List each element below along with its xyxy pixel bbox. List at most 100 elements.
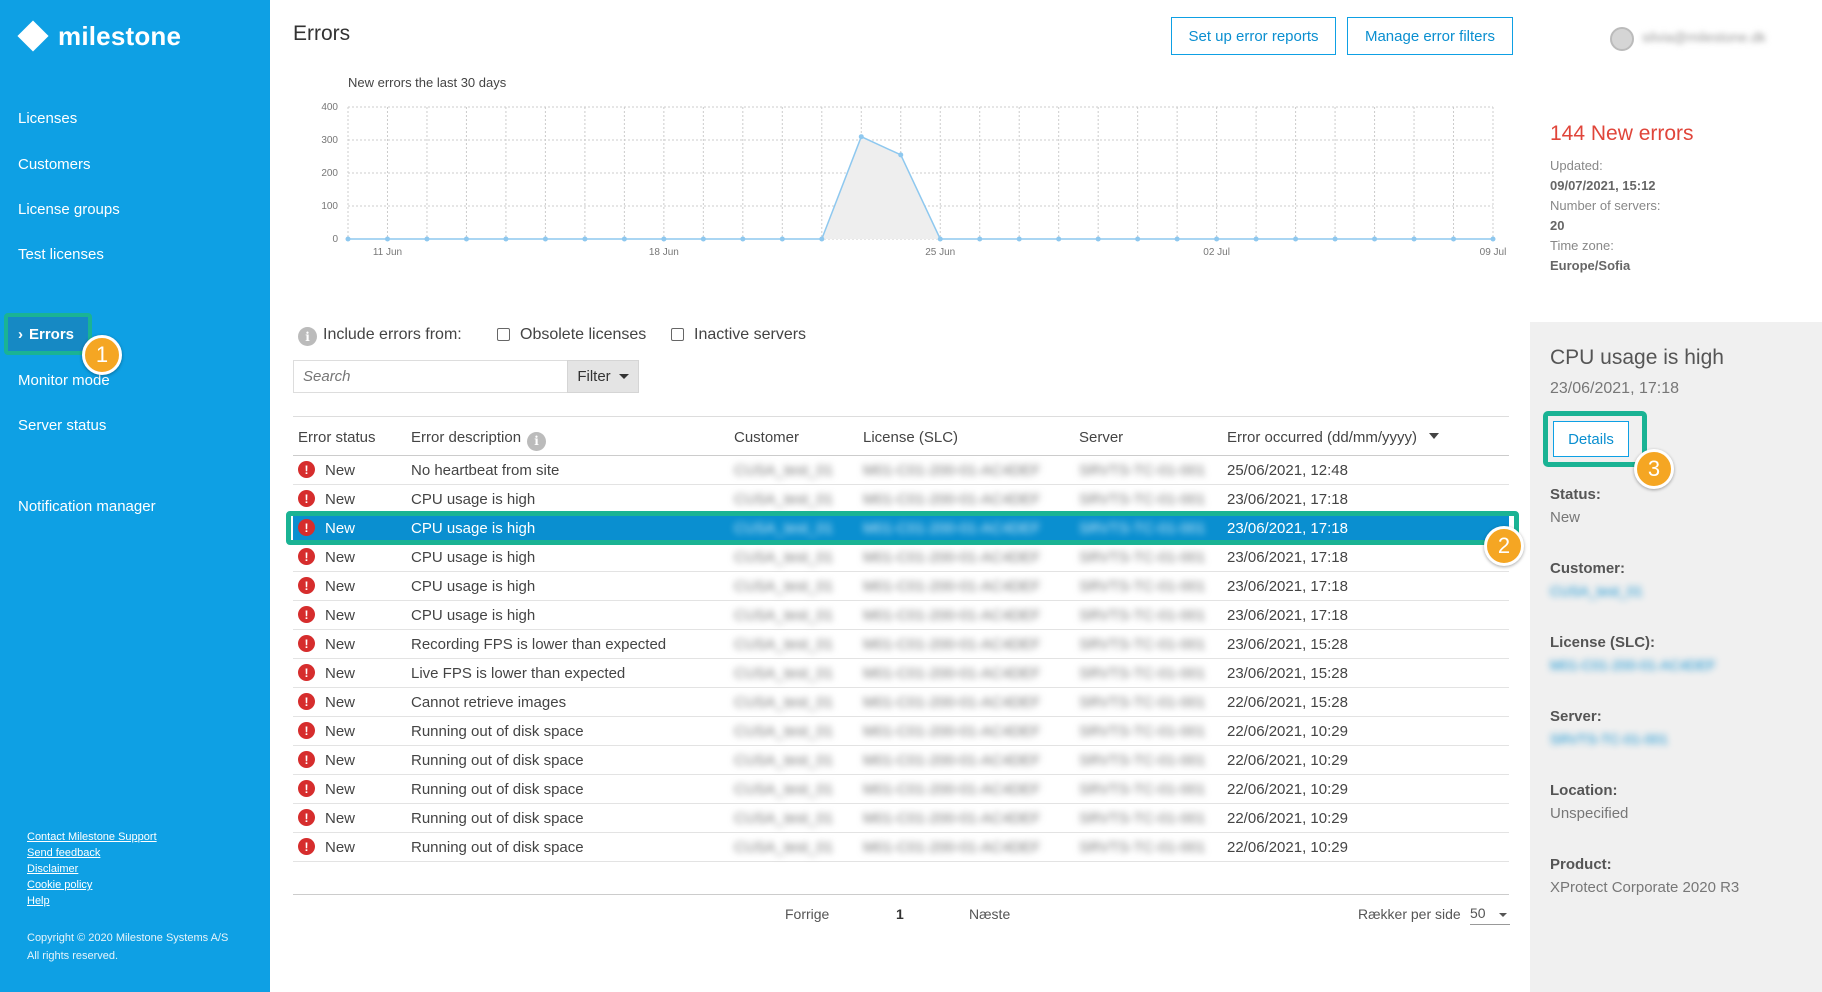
detail-server-link[interactable]: SRVTS-TC-01-001 — [1550, 731, 1668, 747]
obsolete-licenses-label: Obsolete licenses — [520, 326, 647, 343]
current-page[interactable]: 1 — [896, 906, 904, 922]
rights-text: All rights reserved. — [27, 950, 119, 962]
license-cell: M01-C01-200-01-AC4DEF — [863, 752, 1041, 769]
error-occurred-cell: 22/06/2021, 10:29 — [1227, 752, 1348, 769]
header-customer[interactable]: Customer — [734, 429, 799, 446]
error-alert-icon: ! — [298, 838, 315, 855]
detail-customer-link[interactable]: CUSA_test_01 — [1550, 583, 1643, 599]
disclaimer-link[interactable]: Disclaimer — [27, 863, 78, 875]
error-occurred-cell: 23/06/2021, 17:18 — [1227, 549, 1348, 566]
header-error-occurred[interactable]: Error occurred (dd/mm/yyyy) — [1227, 429, 1440, 446]
sidebar-item-customers[interactable]: Customers — [18, 156, 91, 173]
user-email[interactable]: silvia@milestone.dk — [1642, 29, 1766, 45]
x-tick-label: 11 Jun — [373, 247, 402, 258]
sidebar-item-errors[interactable]: › Errors — [4, 313, 92, 355]
table-row[interactable]: ! New Running out of disk space CUSA_test_0… — [293, 804, 1509, 833]
table-header: Error status Error description i Customer… — [293, 416, 1509, 456]
send-feedback-link[interactable]: Send feedback — [27, 847, 100, 859]
error-status-cell: New — [325, 752, 356, 769]
customer-cell: CUSA_test_01 — [734, 665, 834, 682]
milestone-logo[interactable]: milestone — [17, 18, 181, 54]
table-row-selected[interactable]: ! New CPU usage is high CUSA_test_01 M01-C01… — [293, 514, 1509, 543]
filter-dropdown-button[interactable]: Filter — [567, 360, 639, 393]
table-row[interactable]: ! New CPU usage is high CUSA_test_01 M01-C01… — [293, 543, 1509, 572]
data-point — [503, 236, 509, 242]
contact-support-link[interactable]: Contact Milestone Support — [27, 831, 157, 843]
details-button[interactable]: Details — [1553, 421, 1629, 457]
setup-error-reports-button[interactable]: Set up error reports — [1171, 17, 1336, 55]
detail-location-label: Location: — [1550, 782, 1618, 799]
cookie-policy-link[interactable]: Cookie policy — [27, 879, 92, 891]
errors-chart: 0 100 200 300 400 11 Jun 18 Jun 25 Jun 02 Jul 09 … — [321, 102, 1506, 258]
license-cell: M01-C01-200-01-AC4DEF — [863, 781, 1041, 798]
error-occurred-cell: 22/06/2021, 10:29 — [1227, 723, 1348, 740]
sort-desc-icon[interactable] — [1429, 433, 1440, 439]
page-title: Errors — [293, 22, 351, 45]
error-alert-icon: ! — [298, 664, 315, 681]
x-tick-label: 18 Jun — [649, 247, 679, 258]
y-tick-label: 400 — [321, 102, 338, 113]
error-occurred-cell: 22/06/2021, 10:29 — [1227, 781, 1348, 798]
manage-error-filters-button[interactable]: Manage error filters — [1347, 17, 1513, 55]
table-row[interactable]: ! New Running out of disk space CUSA_test_0… — [293, 833, 1509, 862]
next-page-button[interactable]: Næste — [969, 906, 1010, 922]
error-alert-icon: ! — [298, 577, 315, 594]
table-row[interactable]: ! New CPU usage is high CUSA_test_01 M01-C01… — [293, 601, 1509, 630]
server-cell: SRVTS-TC-01-001 — [1079, 781, 1206, 798]
table-row[interactable]: ! New Live FPS is lower than expected CUSA_… — [293, 659, 1509, 688]
detail-license-link[interactable]: M01-C01-200-01-AC4DEF — [1550, 657, 1716, 673]
table-row[interactable]: ! New Running out of disk space CUSA_test_0… — [293, 746, 1509, 775]
table-row[interactable]: ! New Recording FPS is lower than expected… — [293, 630, 1509, 659]
header-server[interactable]: Server — [1079, 429, 1123, 446]
sidebar-item-license-groups[interactable]: License groups — [18, 201, 120, 218]
customer-cell: CUSA_test_01 — [734, 520, 834, 537]
filter-label: Filter — [577, 368, 611, 385]
error-status-cell: New — [325, 491, 356, 508]
error-status-cell: New — [325, 636, 356, 653]
error-alert-icon: ! — [298, 751, 315, 768]
search-input[interactable] — [293, 360, 568, 393]
sidebar-item-monitor-mode[interactable]: Monitor mode — [18, 372, 110, 389]
table-row[interactable]: ! New Running out of disk space CUSA_test_0… — [293, 775, 1509, 804]
error-description-cell: Cannot retrieve images — [411, 694, 567, 711]
detail-time: 23/06/2021, 17:18 — [1550, 380, 1680, 397]
callout-badge-3: 3 — [1634, 449, 1674, 489]
sidebar-item-licenses[interactable]: Licenses — [18, 110, 77, 127]
help-link[interactable]: Help — [27, 895, 50, 907]
customer-cell: CUSA_test_01 — [734, 694, 834, 711]
table-row[interactable]: ! New CPU usage is high CUSA_test_01 M01-C01… — [293, 485, 1509, 514]
license-cell: M01-C01-200-01-AC4DEF — [863, 520, 1041, 537]
table-body: ! New No heartbeat from site CUSA_test_01 M0… — [293, 456, 1509, 862]
customer-cell: CUSA_test_01 — [734, 607, 834, 624]
inactive-servers-checkbox[interactable] — [671, 328, 684, 341]
data-point — [621, 236, 627, 242]
table-row[interactable]: ! New Cannot retrieve images CUSA_test_01 M0… — [293, 688, 1509, 717]
header-error-description[interactable]: Error description i — [411, 429, 547, 451]
table-row[interactable]: ! New CPU usage is high CUSA_test_01 M01-C01… — [293, 572, 1509, 601]
caret-down-icon — [1499, 913, 1507, 917]
obsolete-licenses-checkbox[interactable] — [497, 328, 510, 341]
header-error-status[interactable]: Error status — [298, 429, 376, 446]
server-cell: SRVTS-TC-01-001 — [1079, 839, 1206, 856]
info-icon[interactable]: i — [527, 432, 547, 451]
table-row[interactable]: ! New No heartbeat from site CUSA_test_01 M0… — [293, 456, 1509, 485]
prev-page-button[interactable]: Forrige — [785, 906, 829, 922]
error-alert-icon: ! — [298, 780, 315, 797]
table-row[interactable]: ! New Running out of disk space CUSA_test_0… — [293, 717, 1509, 746]
server-cell: SRVTS-TC-01-001 — [1079, 694, 1206, 711]
info-icon[interactable]: i — [298, 327, 317, 346]
data-point — [977, 236, 983, 242]
header-error-description-label: Error description — [411, 429, 522, 446]
user-avatar-icon[interactable] — [1610, 27, 1634, 51]
data-point — [1490, 236, 1496, 242]
sidebar-item-test-licenses[interactable]: Test licenses — [18, 246, 104, 263]
header-license[interactable]: License (SLC) — [863, 429, 958, 446]
sidebar-item-server-status[interactable]: Server status — [18, 417, 106, 434]
error-occurred-cell: 22/06/2021, 10:29 — [1227, 839, 1348, 856]
data-point — [542, 236, 548, 242]
error-status-cell: New — [325, 520, 356, 537]
license-cell: M01-C01-200-01-AC4DEF — [863, 839, 1041, 856]
rows-per-page-value: 50 — [1470, 905, 1486, 921]
rows-per-page-select[interactable]: 50 — [1470, 905, 1510, 925]
sidebar-item-notification-manager[interactable]: Notification manager — [18, 498, 156, 515]
